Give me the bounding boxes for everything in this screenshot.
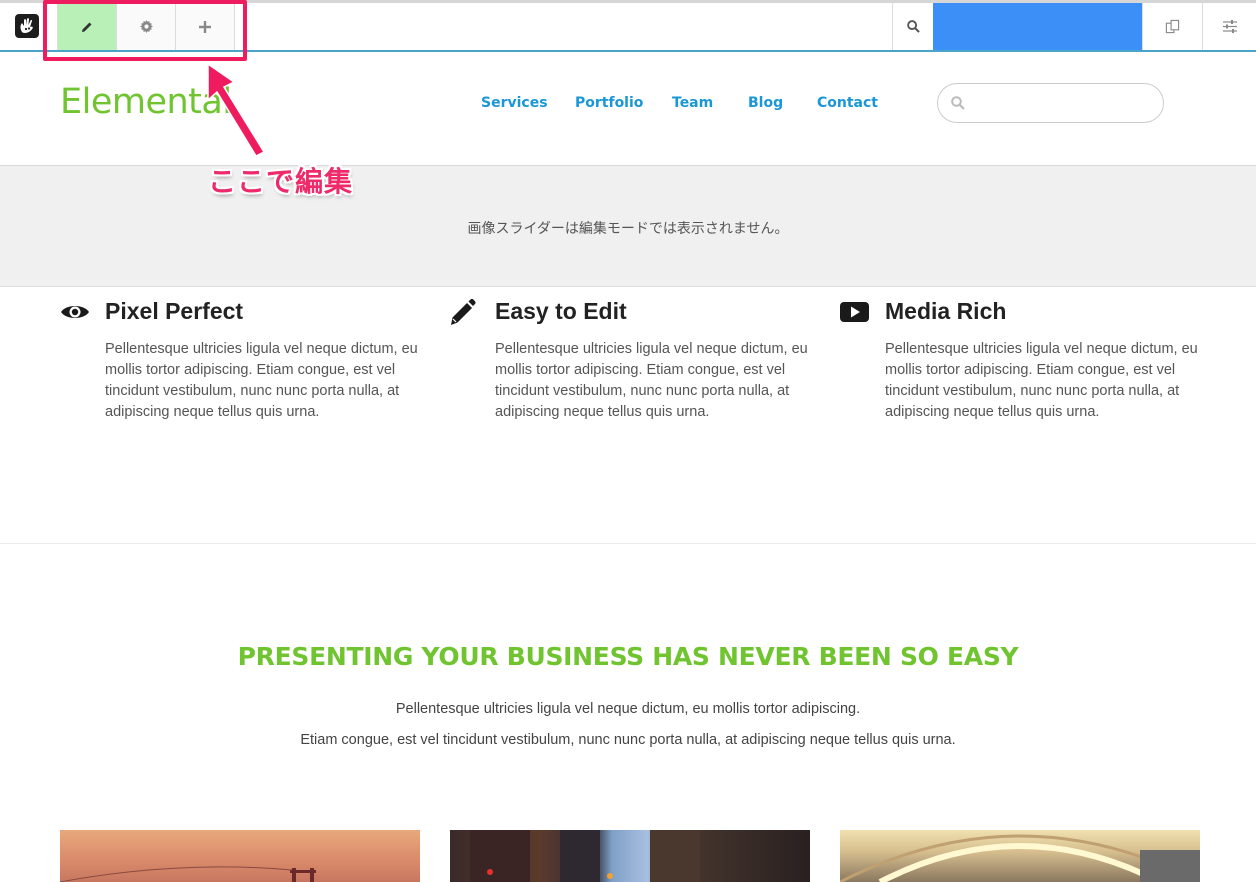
feature-title: Easy to Edit <box>495 298 627 324</box>
tunnel-image <box>840 834 1200 882</box>
toolbar-search-input[interactable] <box>933 3 1142 50</box>
nav-blog[interactable]: Blog <box>748 95 783 111</box>
sliders-icon <box>1222 20 1237 33</box>
eye-icon <box>61 306 89 318</box>
annotation-text: ここで編集 <box>208 165 354 198</box>
presenting-line-1: Pellentesque ultricies ligula vel neque … <box>395 701 861 717</box>
site-search-input[interactable] <box>937 83 1164 123</box>
feature-text: Pellentesque ultricies ligula vel neque … <box>885 341 1198 420</box>
site-header: Elemental Services Portfolio Team Blog C… <box>0 52 1256 166</box>
sitemap-button[interactable] <box>1142 3 1202 50</box>
dashboard-button[interactable] <box>1202 3 1256 50</box>
bridge-image <box>60 866 316 882</box>
feature-title: Pixel Perfect <box>105 298 244 324</box>
feature-title: Media Rich <box>885 298 1007 324</box>
image-slider-placeholder: 画像スライダーは編集モードでは表示されません。 <box>0 166 1256 287</box>
search-icon <box>906 20 920 33</box>
annotation-arrow <box>207 62 266 157</box>
nav-services[interactable]: Services <box>481 95 548 111</box>
image-thumb-tunnel[interactable] <box>840 830 1200 882</box>
search-icon <box>951 96 965 110</box>
pencil-icon <box>451 298 476 325</box>
street-image <box>470 830 700 882</box>
play-icon <box>840 302 869 322</box>
feature-text: Pellentesque ultricies ligula vel neque … <box>105 341 418 420</box>
concrete5-hand-icon[interactable] <box>15 14 39 38</box>
feature-text: Pellentesque ultricies ligula vel neque … <box>495 341 808 420</box>
nav-team[interactable]: Team <box>672 95 713 111</box>
image-thumb-street[interactable] <box>450 830 810 882</box>
image-thumb-bridge[interactable] <box>60 830 420 882</box>
presenting-title: PRESENTING YOUR BUSINESS HAS NEVER BEEN … <box>237 642 1019 671</box>
slider-message: 画像スライダーは編集モードでは表示されません。 <box>467 221 789 237</box>
pages-icon <box>1165 19 1180 34</box>
presenting-line-2: Etiam congue, est vel tincidunt vestibul… <box>300 732 956 748</box>
nav-portfolio[interactable]: Portfolio <box>575 95 643 111</box>
highlight-box <box>43 0 247 61</box>
toolbar-search-button[interactable] <box>892 3 933 50</box>
section-divider <box>0 543 1256 544</box>
nav-contact[interactable]: Contact <box>817 95 878 111</box>
